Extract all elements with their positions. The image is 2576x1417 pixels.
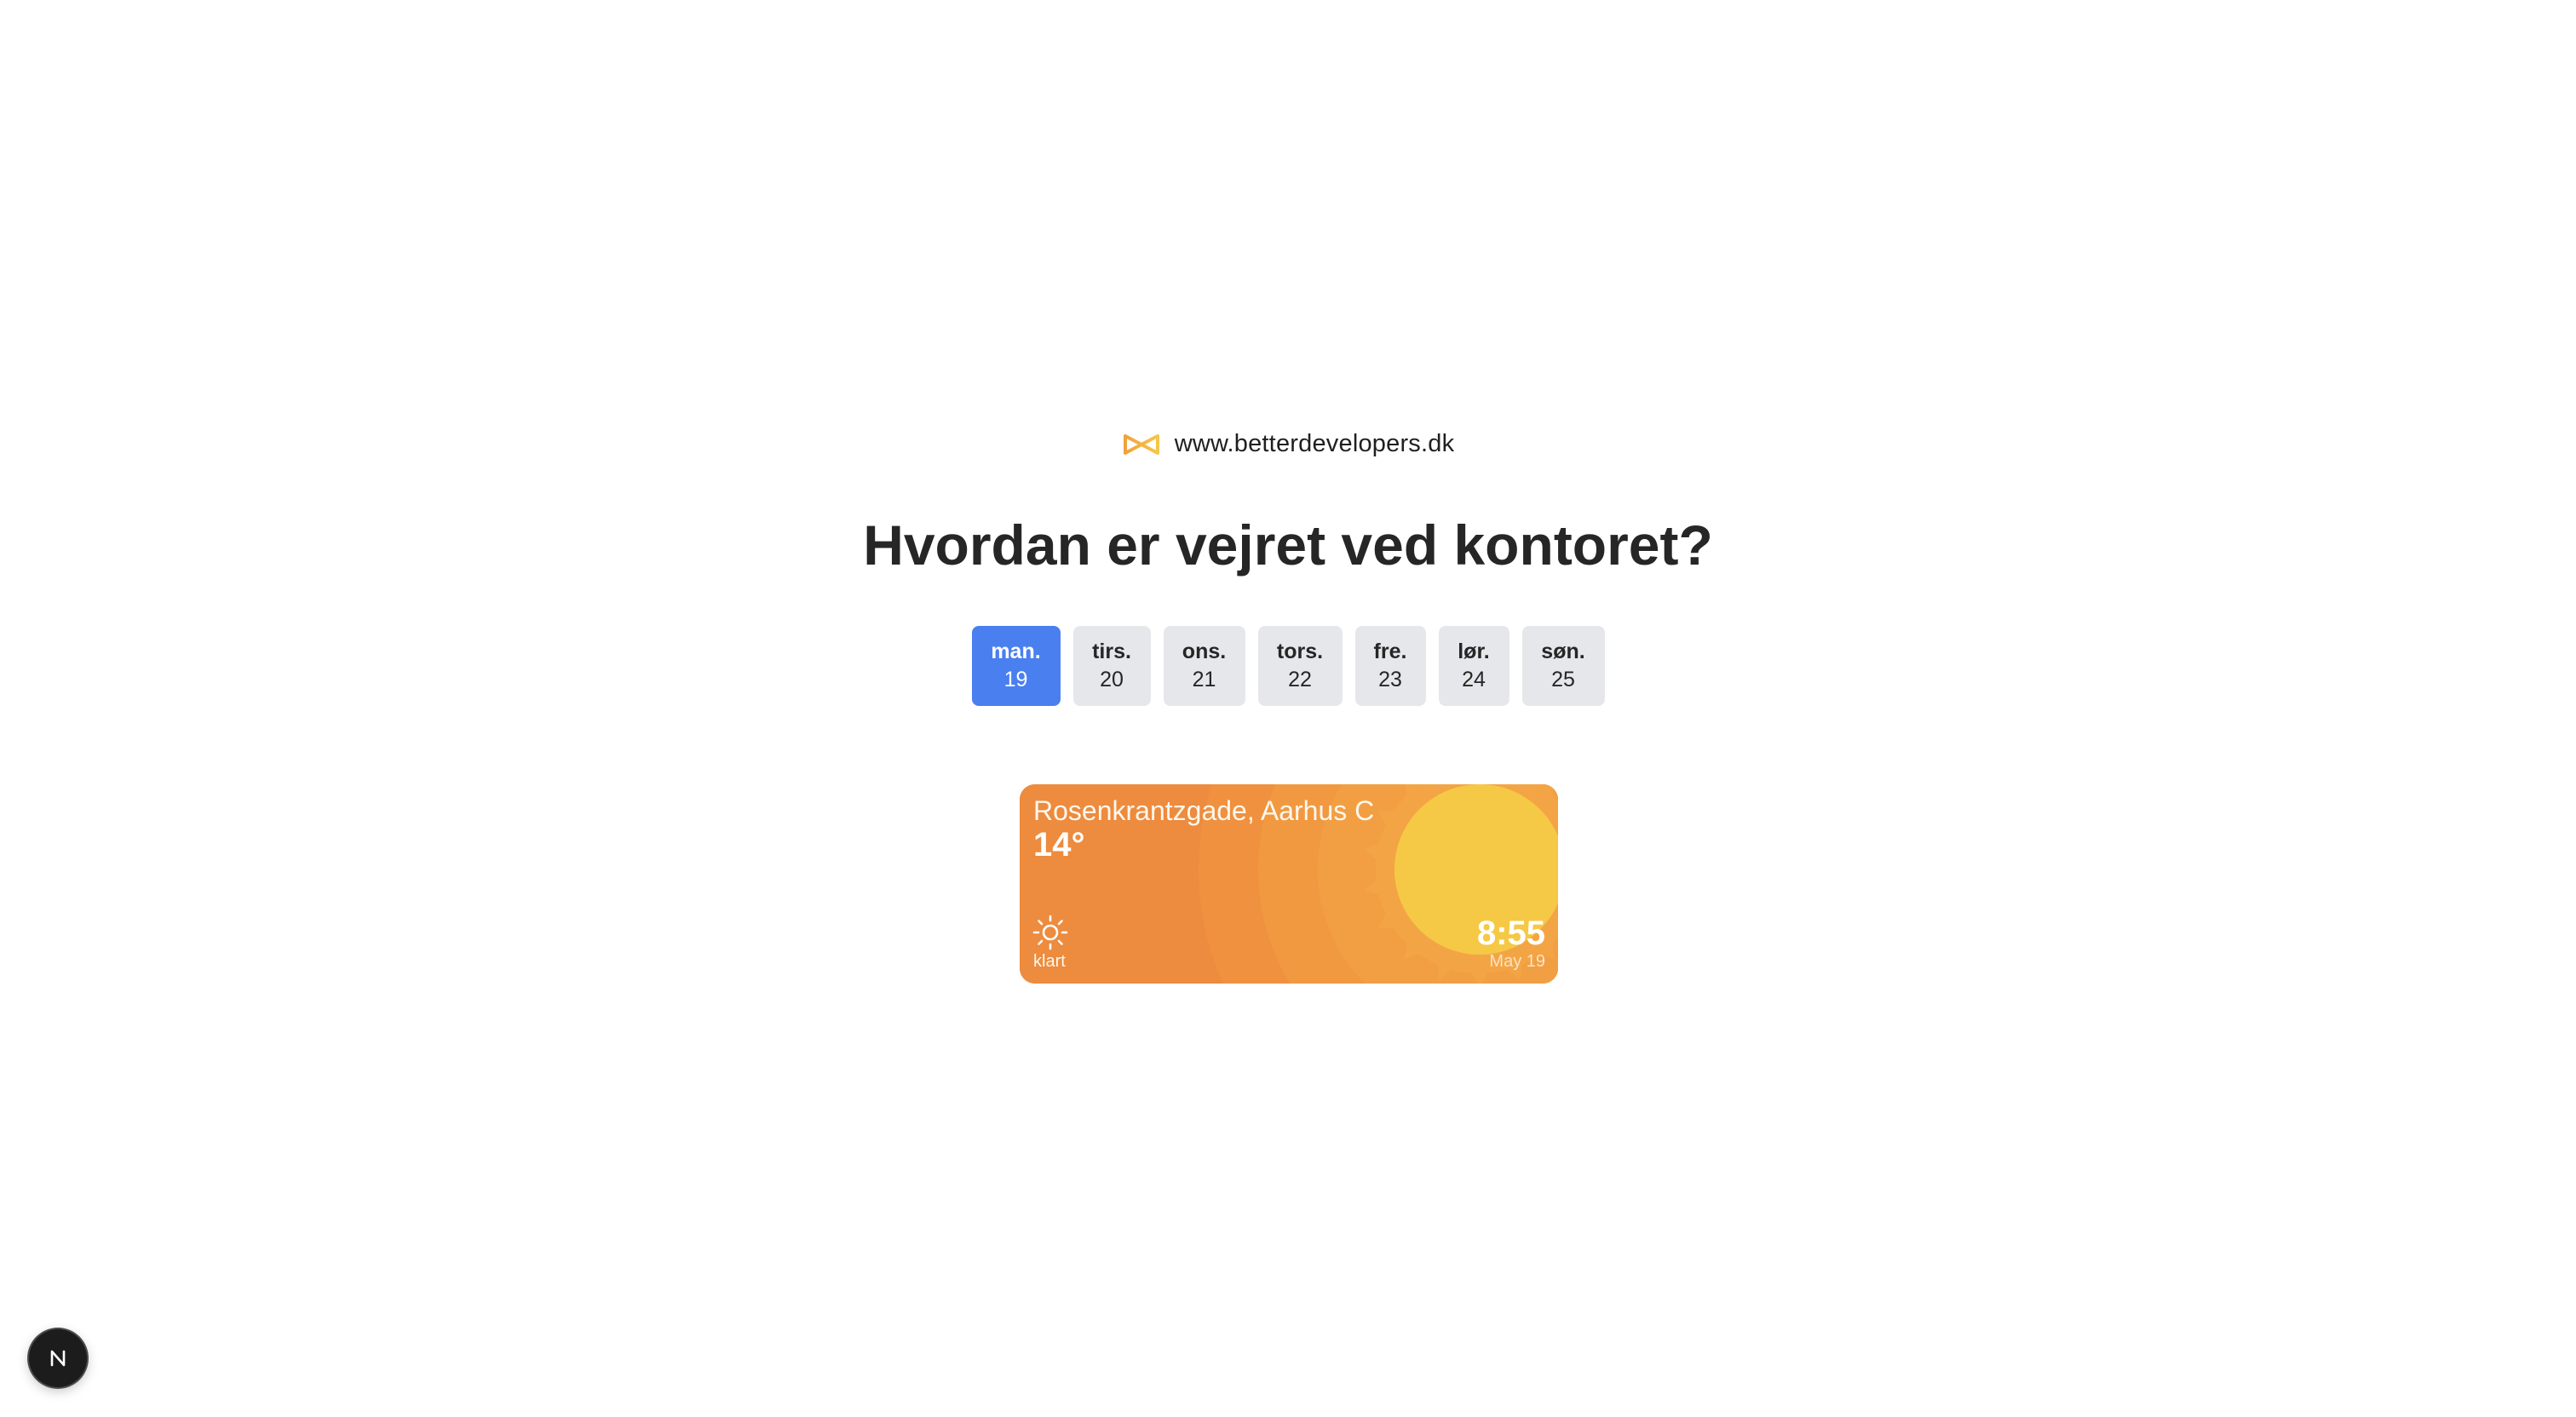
day-selector: man. 19 tirs. 20 ons. 21 tors. 22 fre. 2…: [0, 626, 2576, 706]
day-button-sat[interactable]: lør. 24: [1438, 626, 1509, 706]
day-number: 25: [1551, 668, 1575, 691]
day-name: man.: [991, 640, 1041, 663]
day-number: 20: [1100, 668, 1124, 691]
day-button-mon[interactable]: man. 19: [971, 626, 1061, 706]
page: www.betterdevelopers.dk Hvordan er vejre…: [0, 0, 2576, 1417]
day-button-tue[interactable]: tirs. 20: [1072, 626, 1151, 706]
nextjs-dev-badge[interactable]: [29, 1329, 87, 1387]
weather-condition: klart: [1033, 952, 1066, 971]
brand-header: www.betterdevelopers.dk: [0, 430, 2576, 458]
brand-url-link[interactable]: www.betterdevelopers.dk: [1175, 430, 1455, 458]
day-button-fri[interactable]: fre. 23: [1354, 626, 1426, 706]
weather-temperature: 14°: [1033, 826, 1085, 863]
infinity-logo-icon: [1123, 433, 1159, 455]
day-button-sun[interactable]: søn. 25: [1521, 626, 1605, 706]
day-number: 19: [1003, 668, 1028, 691]
day-name: ons.: [1182, 640, 1227, 663]
day-number: 23: [1378, 668, 1402, 691]
day-name: lør.: [1458, 640, 1490, 663]
day-name: fre.: [1373, 640, 1407, 663]
page-title: Hvordan er vejret ved kontoret?: [863, 513, 1713, 577]
weather-card: Rosenkrantzgade, Aarhus C 14° klart 8:55…: [1020, 784, 1558, 984]
day-number: 24: [1462, 668, 1486, 691]
weather-time: 8:55: [1476, 915, 1545, 952]
day-name: søn.: [1541, 640, 1585, 663]
nextjs-icon: [50, 1350, 66, 1367]
sun-icon: [1032, 915, 1068, 950]
day-button-wed[interactable]: ons. 21: [1163, 626, 1245, 706]
day-number: 21: [1192, 668, 1216, 691]
weather-date: May 19: [1489, 952, 1545, 971]
day-button-thu[interactable]: tors. 22: [1257, 626, 1343, 706]
day-number: 22: [1288, 668, 1312, 691]
day-name: tors.: [1276, 640, 1324, 663]
weather-location: Rosenkrantzgade, Aarhus C: [1033, 795, 1375, 826]
day-name: tirs.: [1092, 640, 1131, 663]
